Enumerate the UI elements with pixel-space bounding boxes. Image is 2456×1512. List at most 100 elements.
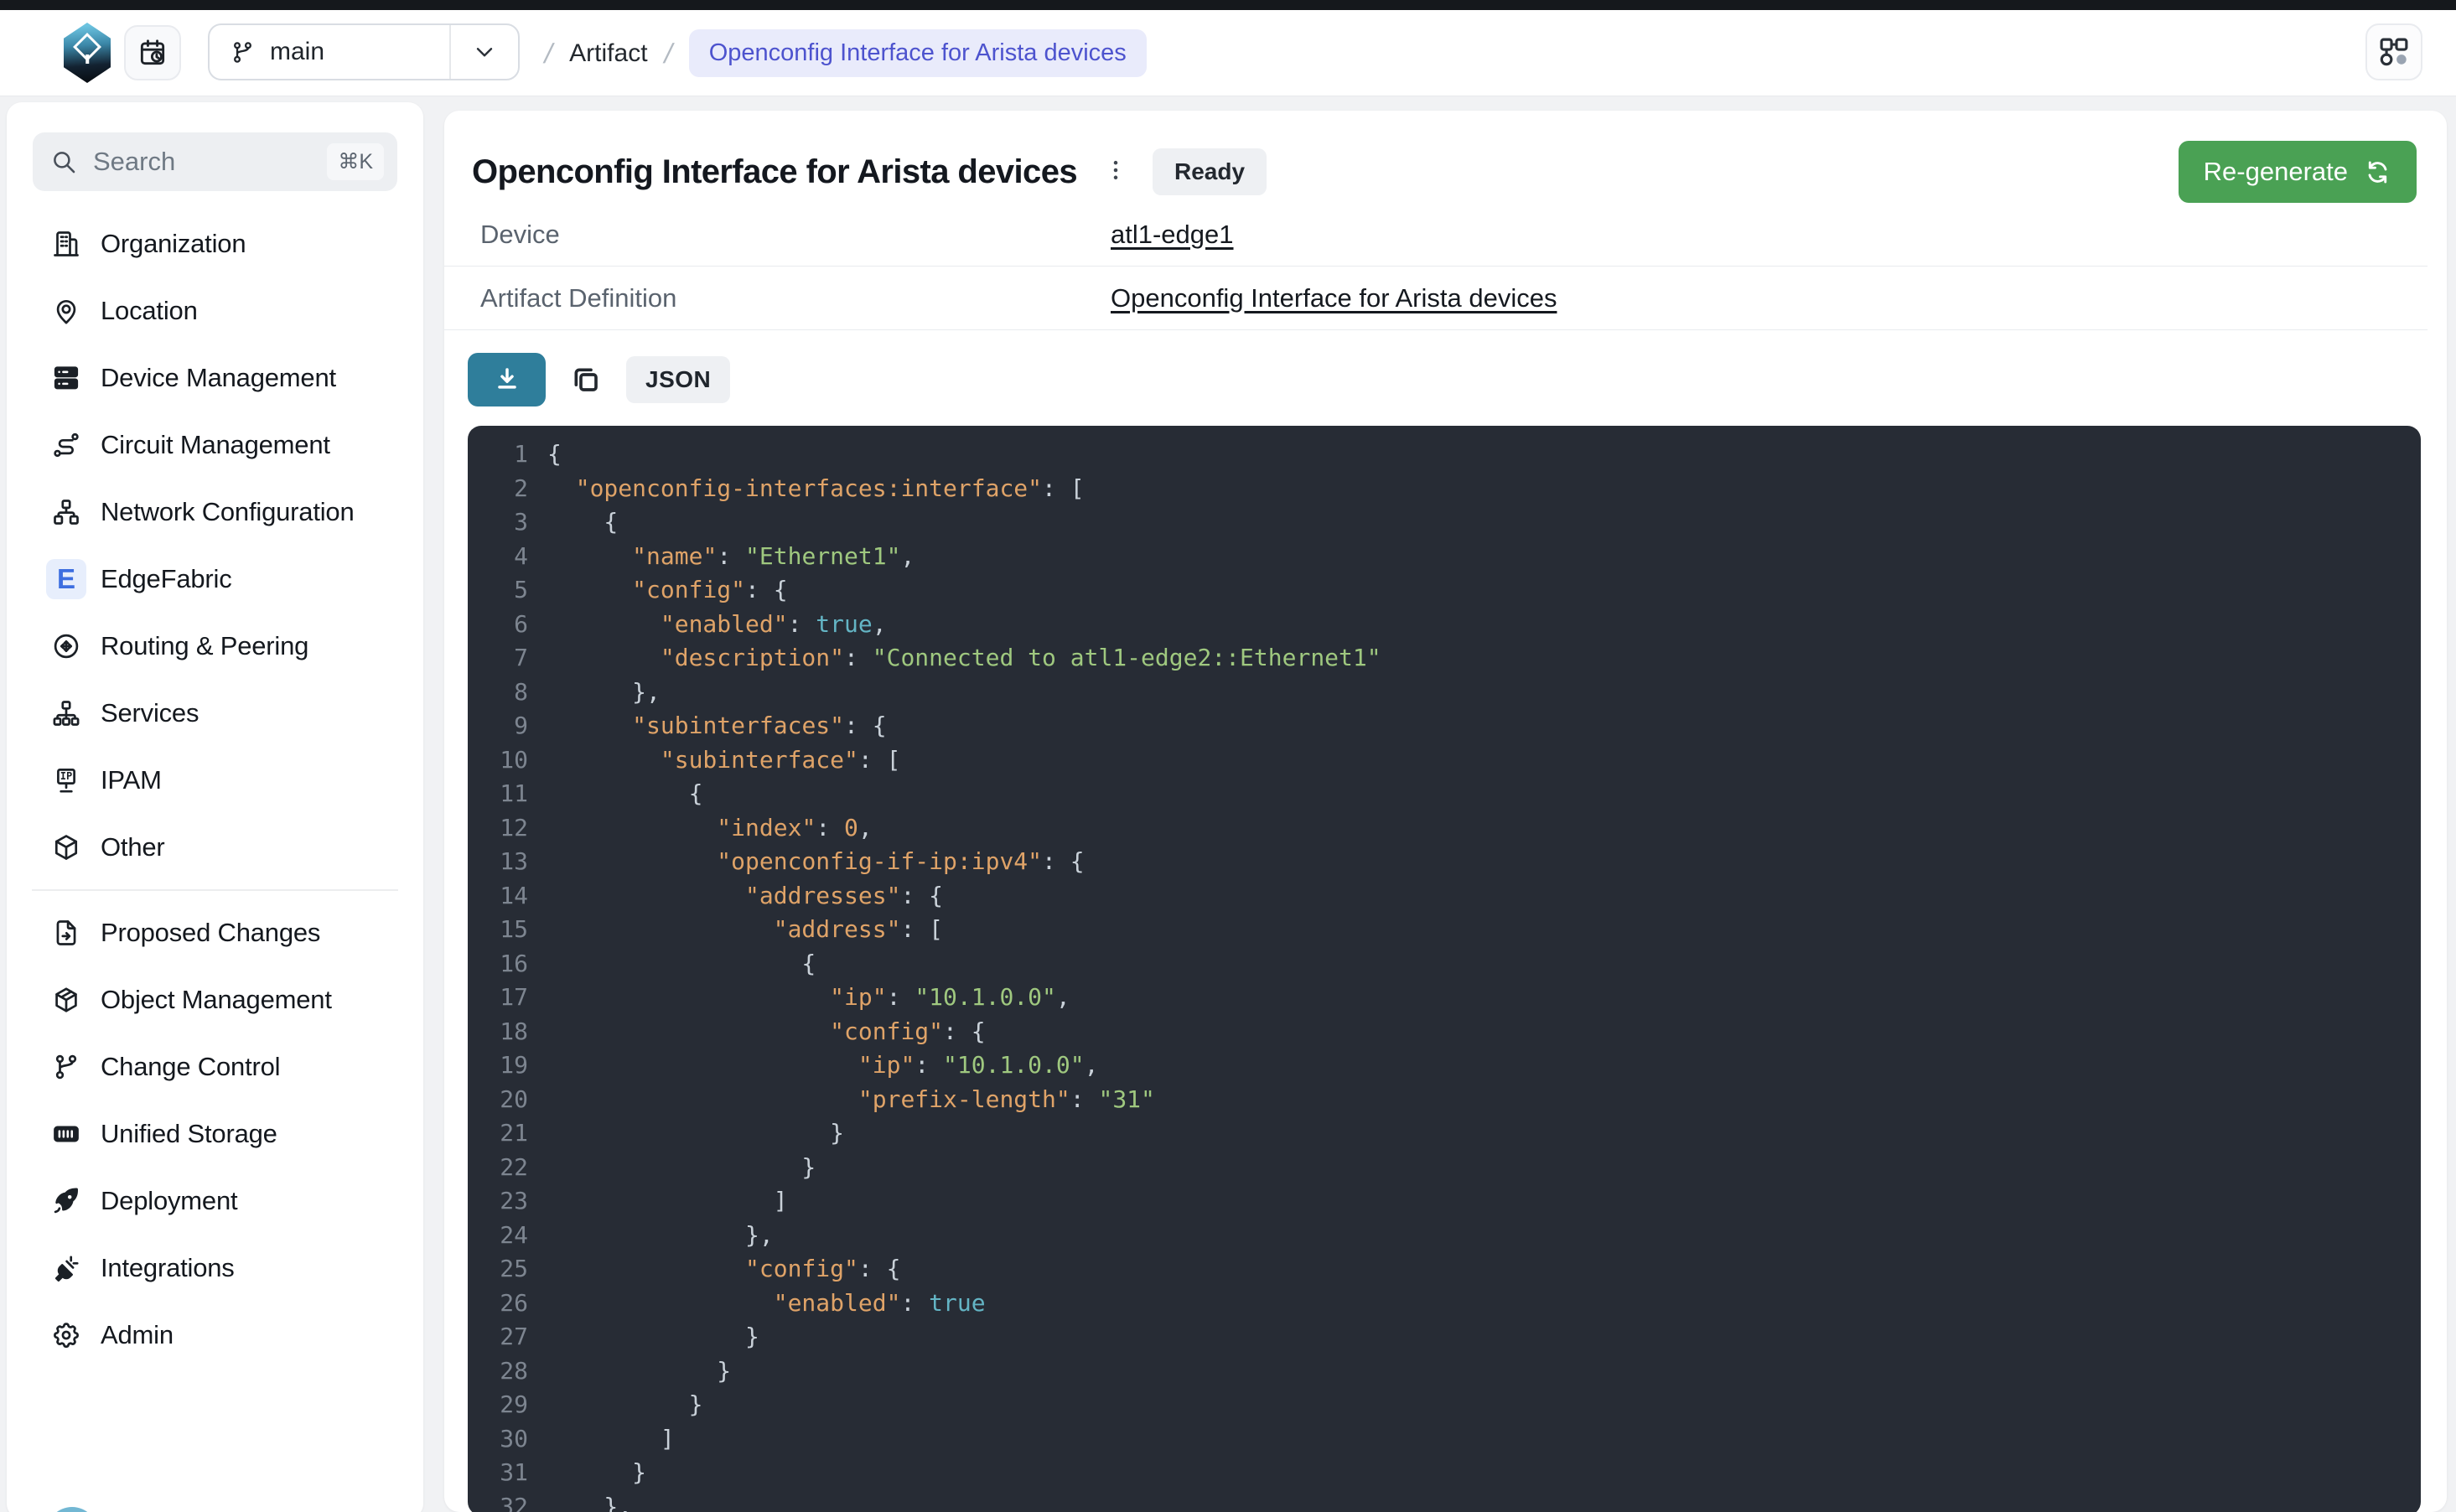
app-logo[interactable] <box>64 23 111 83</box>
sidebar-item-deployment[interactable]: Deployment <box>7 1168 423 1235</box>
user-row[interactable]: A Admin <box>7 1504 423 1512</box>
search-input[interactable]: Search ⌘K <box>33 132 397 191</box>
line-number: 19 <box>478 1049 528 1083</box>
line-number: 10 <box>478 743 528 778</box>
breadcrumb-current[interactable]: Openconfig Interface for Arista devices <box>689 29 1147 77</box>
code-text: ] <box>547 1422 675 1457</box>
breadcrumb-separator: / <box>661 38 675 70</box>
code-line: 2 "openconfig-interfaces:interface": [ <box>468 472 2421 506</box>
server-rack-icon-slot <box>46 358 86 398</box>
line-number: 30 <box>478 1422 528 1457</box>
line-number: 1 <box>478 438 528 472</box>
line-number: 12 <box>478 811 528 846</box>
sidebar-item-label: Other <box>101 832 165 862</box>
line-number: 11 <box>478 777 528 811</box>
breadcrumb-link[interactable]: Artifact <box>569 39 647 68</box>
line-number: 5 <box>478 573 528 608</box>
network-tree-icon-slot <box>46 492 86 532</box>
route-icon-slot <box>46 425 86 465</box>
sidebar-item-label: Admin <box>101 1320 174 1350</box>
branch-selector-value: main <box>210 38 449 66</box>
sidebar: Search ⌘K OrganizationLocationDevice Man… <box>7 102 423 1512</box>
line-number: 15 <box>478 913 528 947</box>
line-number: 2 <box>478 472 528 506</box>
field-value-link[interactable]: atl1-edge1 <box>1111 220 1234 250</box>
components-button[interactable] <box>2365 23 2422 80</box>
code-text: { <box>547 777 702 811</box>
sidebar-item-organization[interactable]: Organization <box>7 210 423 277</box>
status-badge: Ready <box>1153 148 1267 195</box>
sidebar-item-edgefabric[interactable]: EEdgeFabric <box>7 546 423 613</box>
sidebar-item-label: Object Management <box>101 985 332 1015</box>
line-number: 13 <box>478 845 528 879</box>
code-text: } <box>547 1456 646 1490</box>
code-line: 9 "subinterfaces": { <box>468 709 2421 743</box>
sidebar-item-change-control[interactable]: Change Control <box>7 1033 423 1100</box>
copy-button[interactable] <box>569 363 603 396</box>
sidebar-item-location[interactable]: Location <box>7 277 423 344</box>
sidebar-item-unified-storage[interactable]: Unified Storage <box>7 1100 423 1168</box>
line-number: 7 <box>478 641 528 676</box>
sidebar-item-admin[interactable]: Admin <box>7 1302 423 1369</box>
cube-icon-slot <box>46 827 86 867</box>
code-text: "enabled": true <box>547 1287 986 1321</box>
sidebar-item-label: Services <box>101 698 199 728</box>
code-line: 30 ] <box>468 1422 2421 1457</box>
code-viewer[interactable]: 1 {2 "openconfig-interfaces:interface": [… <box>468 426 2421 1512</box>
sidebar-item-network-configuration[interactable]: Network Configuration <box>7 479 423 546</box>
code-text: "index": 0, <box>547 811 873 846</box>
code-text: { <box>547 505 618 540</box>
download-button[interactable] <box>468 353 546 406</box>
sidebar-item-routing-peering[interactable]: Routing & Peering <box>7 613 423 680</box>
code-line: 18 "config": { <box>468 1015 2421 1049</box>
code-text: "config": { <box>547 573 788 608</box>
code-line: 21 } <box>468 1116 2421 1151</box>
routing-compass-icon <box>51 631 81 661</box>
page-header: Openconfig Interface for Arista devices … <box>444 111 2447 203</box>
field-value-link[interactable]: Openconfig Interface for Arista devices <box>1111 283 1557 313</box>
regenerate-button[interactable]: Re-generate <box>2179 141 2417 203</box>
title-menu-button[interactable] <box>1102 157 1129 188</box>
format-badge: JSON <box>626 356 730 403</box>
building-icon-slot <box>46 224 86 264</box>
code-line: 10 "subinterface": [ <box>468 743 2421 778</box>
code-line: 3 { <box>468 505 2421 540</box>
sidebar-item-label: Circuit Management <box>101 430 330 460</box>
branch-selector-caret[interactable] <box>449 25 518 79</box>
code-text: "description": "Connected to atl1-edge2:… <box>547 641 1381 676</box>
code-text: "prefix-length": "31" <box>547 1083 1155 1117</box>
code-text: "addresses": { <box>547 879 943 914</box>
sidebar-item-circuit-management[interactable]: Circuit Management <box>7 412 423 479</box>
code-text: "ip": "10.1.0.0", <box>547 981 1070 1015</box>
line-number: 31 <box>478 1456 528 1490</box>
code-line: 20 "prefix-length": "31" <box>468 1083 2421 1117</box>
sidebar-item-integrations[interactable]: Integrations <box>7 1235 423 1302</box>
code-line: 16 { <box>468 947 2421 981</box>
sidebar-item-ipam[interactable]: IPIPAM <box>7 747 423 814</box>
line-number: 20 <box>478 1083 528 1117</box>
code-line: 23 ] <box>468 1184 2421 1219</box>
line-number: 14 <box>478 879 528 914</box>
sidebar-item-services[interactable]: Services <box>7 680 423 747</box>
code-text: } <box>547 1116 844 1151</box>
code-text: "openconfig-if-ip:ipv4": { <box>547 845 1085 879</box>
sidebar-item-label: Integrations <box>101 1253 235 1283</box>
calendar-clock-button[interactable] <box>124 25 181 80</box>
branch-selector[interactable]: main <box>208 23 520 80</box>
sidebar-item-proposed-changes[interactable]: Proposed Changes <box>7 899 423 966</box>
detail-fields: Deviceatl1-edge1Artifact DefinitionOpenc… <box>444 203 2447 330</box>
sidebar-item-object-management[interactable]: Object Management <box>7 966 423 1033</box>
sidebar-item-label: Deployment <box>101 1186 237 1216</box>
kebab-icon <box>1102 157 1129 184</box>
code-text: "ip": "10.1.0.0", <box>547 1049 1098 1083</box>
line-number: 24 <box>478 1219 528 1253</box>
sidebar-item-other[interactable]: Other <box>7 814 423 881</box>
sidebar-item-device-management[interactable]: Device Management <box>7 344 423 412</box>
code-line: 11 { <box>468 777 2421 811</box>
sidebar-menu-primary: OrganizationLocationDevice Management Cir… <box>7 210 423 881</box>
sidebar-item-label: Network Configuration <box>101 497 355 527</box>
calendar-clock-icon <box>137 37 168 69</box>
storage-icon <box>51 1119 81 1149</box>
code-line: 4 "name": "Ethernet1", <box>468 540 2421 574</box>
building-icon <box>51 229 81 259</box>
